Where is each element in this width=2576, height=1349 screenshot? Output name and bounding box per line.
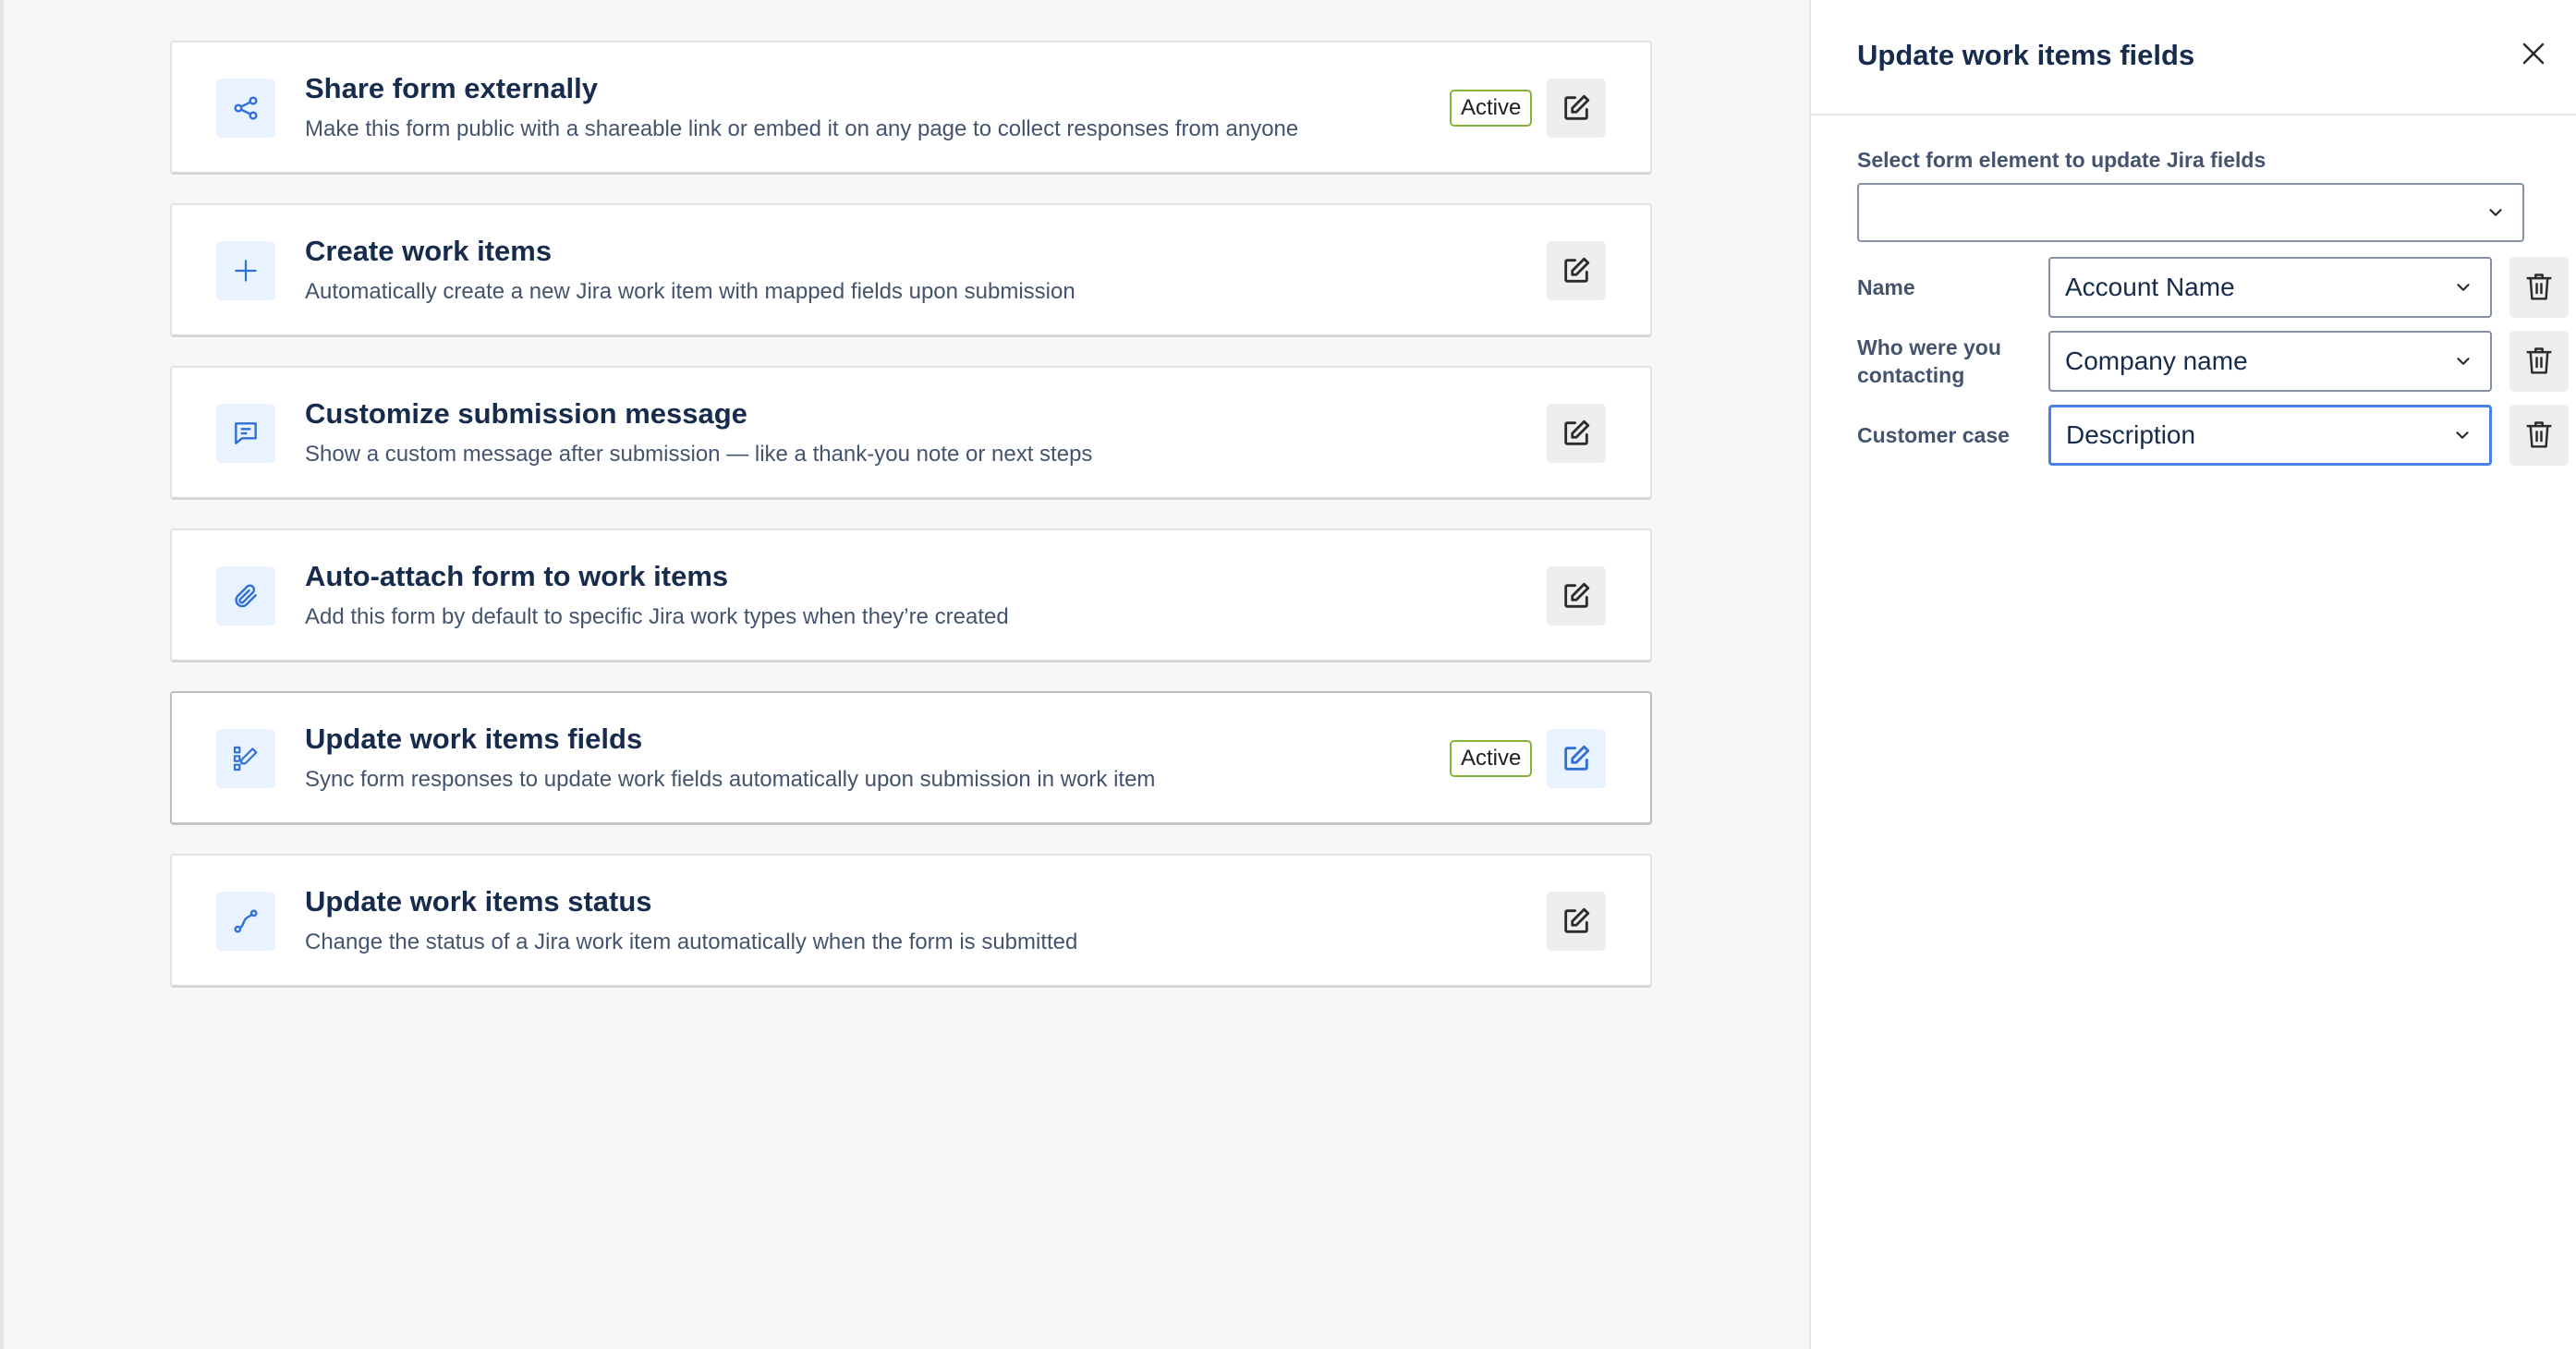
- edit-icon: [1564, 582, 1590, 608]
- mapping-row: Who were you contacting Company name: [1857, 331, 2569, 392]
- feature-list: Share form externally Make this form pub…: [170, 41, 1652, 1016]
- chevron-down-icon: [2457, 284, 2470, 291]
- form-element-label: Select form element to update Jira field…: [1857, 148, 2266, 172]
- feature-title: Share form externally: [305, 72, 599, 104]
- edit-icon: [1564, 94, 1590, 120]
- mapping-label: Who were you contacting: [1857, 335, 2001, 387]
- feature-description: Sync form responses to update work field…: [305, 767, 1156, 792]
- fields-edit-icon: [216, 729, 275, 788]
- panel-header: Update work items fields: [1811, 0, 2576, 115]
- feature-title: Update work items status: [305, 885, 652, 918]
- chevron-down-icon: [2457, 358, 2470, 365]
- mapping-select-value: Description: [2066, 420, 2196, 449]
- active-badge: Active: [1450, 740, 1533, 777]
- main-area: Share form externally Make this form pub…: [0, 0, 1809, 1349]
- mapping-row: Customer case Description: [1857, 405, 2569, 466]
- trash-icon: [2526, 347, 2552, 374]
- message-icon: [216, 404, 275, 463]
- edit-icon: [1564, 419, 1590, 445]
- trash-icon: [2526, 273, 2552, 300]
- delete-button[interactable]: [2509, 405, 2569, 466]
- feature-description: Add this form by default to specific Jir…: [305, 604, 1009, 629]
- delete-button[interactable]: [2509, 331, 2569, 392]
- feature-title: Customize submission message: [305, 397, 747, 430]
- chevron-down-icon: [2489, 209, 2502, 216]
- edit-button[interactable]: [1547, 404, 1606, 463]
- edit-button[interactable]: [1547, 729, 1606, 788]
- form-element-select[interactable]: [1857, 183, 2524, 242]
- feature-description: Change the status of a Jira work item au…: [305, 930, 1078, 954]
- edit-icon: [1564, 745, 1590, 771]
- mapping-label: Customer case: [1857, 423, 2010, 447]
- feature-card-auto-attach: Auto-attach form to work items Add this …: [170, 529, 1652, 662]
- plus-icon: [216, 241, 275, 300]
- mapping-select[interactable]: Description: [2048, 405, 2492, 466]
- mapping-select[interactable]: Account Name: [2048, 257, 2492, 318]
- trash-icon: [2526, 421, 2552, 448]
- feature-description: Automatically create a new Jira work ite…: [305, 279, 1075, 304]
- feature-title: Auto-attach form to work items: [305, 560, 729, 592]
- close-button[interactable]: [2513, 33, 2554, 74]
- edit-button[interactable]: [1547, 79, 1606, 138]
- edit-button[interactable]: [1547, 566, 1606, 626]
- edit-button[interactable]: [1547, 892, 1606, 951]
- status-path-icon: [216, 892, 275, 951]
- edit-icon: [1564, 257, 1590, 283]
- paperclip-icon: [216, 566, 275, 626]
- feature-title: Update work items fields: [305, 723, 643, 755]
- feature-card-share-form: Share form externally Make this form pub…: [170, 41, 1652, 175]
- feature-card-update-fields: Update work items fields Sync form respo…: [170, 691, 1652, 825]
- side-panel: Update work items fields Select form ele…: [1809, 0, 2576, 1349]
- share-icon: [216, 79, 275, 138]
- active-badge: Active: [1450, 90, 1533, 127]
- edit-button[interactable]: [1547, 241, 1606, 300]
- delete-button[interactable]: [2509, 257, 2569, 318]
- mapping-select-value: Account Name: [2065, 273, 2235, 301]
- feature-title: Create work items: [305, 235, 553, 267]
- chevron-down-icon: [2456, 431, 2469, 439]
- mapping-select-value: Company name: [2065, 346, 2248, 375]
- close-icon: [2522, 43, 2545, 65]
- panel-title: Update work items fields: [1857, 39, 2195, 71]
- mapping-row: Name Account Name: [1857, 257, 2569, 318]
- edit-icon: [1564, 907, 1590, 933]
- feature-card-submission-message: Customize submission message Show a cust…: [170, 366, 1652, 500]
- feature-description: Make this form public with a shareable l…: [305, 116, 1299, 141]
- feature-description: Show a custom message after submission —…: [305, 442, 1093, 467]
- feature-card-create-work-items: Create work items Automatically create a…: [170, 203, 1652, 337]
- feature-card-update-status: Update work items status Change the stat…: [170, 854, 1652, 988]
- mapping-select[interactable]: Company name: [2048, 331, 2492, 392]
- mapping-label: Name: [1857, 275, 1915, 299]
